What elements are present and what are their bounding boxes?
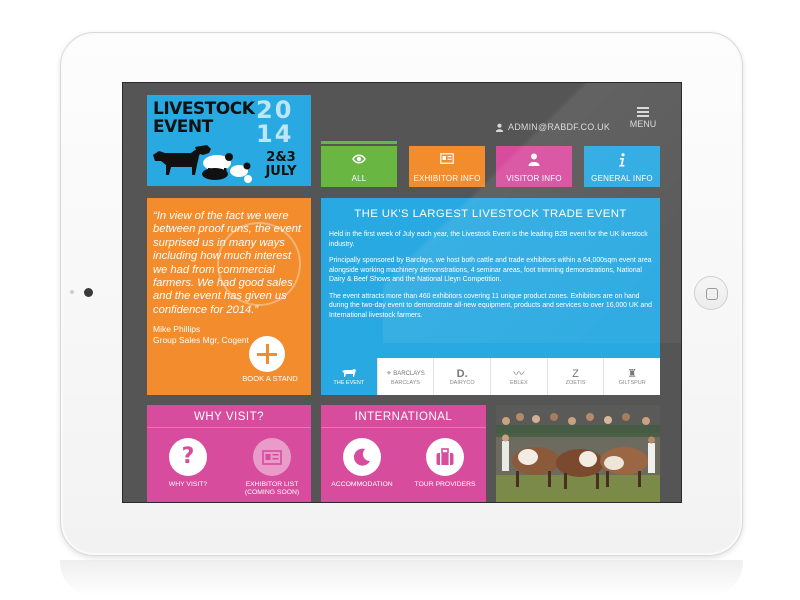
why-visit-link[interactable]: ? WHY VISIT?	[153, 438, 223, 489]
tab-general-info[interactable]: GENERAL INFO	[584, 146, 660, 187]
menu-button[interactable]: MENU	[629, 107, 657, 129]
user-icon	[528, 153, 540, 166]
giltspur-logo-icon: ♜	[627, 367, 638, 380]
tab-visitor-label: VISITOR INFO	[506, 174, 562, 183]
author-name: Mike Phillips	[153, 324, 201, 334]
logo-dates: 2&3 JULY	[265, 150, 297, 179]
sponsor-tab-eblex[interactable]: 〰 EBLEX	[491, 358, 548, 395]
logo-line1: LIVESTOCK	[153, 99, 255, 119]
accommodation-label: ACCOMMODATION	[331, 481, 393, 488]
user-email: ADMIN@RABDF.CO.UK	[508, 122, 611, 132]
hamburger-icon	[629, 107, 657, 117]
tab-exhibitor-info[interactable]: EXHIBITOR INFO	[409, 146, 485, 187]
testimonial-panel: “In view of the fact we were between pro…	[147, 198, 311, 395]
sponsor-label: EBLEX	[509, 380, 528, 386]
info-icon	[619, 153, 625, 167]
logo-year2: 14	[256, 120, 294, 148]
list-card-icon	[253, 438, 291, 476]
cow-icon	[341, 367, 356, 380]
international-title: INTERNATIONAL	[354, 411, 453, 423]
dairyco-logo-icon: D.	[456, 367, 468, 380]
tab-all-label: ALL	[351, 174, 367, 183]
author-title: Group Sales Mgr, Cogent	[153, 335, 249, 345]
main-paragraph: Held in the first week of July each year…	[329, 231, 648, 248]
tour-providers-label: TOUR PROVIDERS	[414, 481, 476, 488]
user-icon	[495, 123, 504, 132]
exhibitor-list-link[interactable]: EXHIBITOR LIST (COMING SOON)	[237, 438, 307, 497]
main-paragraph: The event attracts more than 460 exhibit…	[329, 292, 652, 319]
sponsor-label: ZOETIS	[565, 380, 586, 386]
tab-exhibitor-label: EXHIBITOR INFO	[413, 174, 481, 183]
tab-general-label: GENERAL INFO	[591, 174, 653, 183]
suitcase-icon	[426, 438, 464, 476]
app-screen: LIVESTOCK EVENT 20 14 2&3 JULY ADMIN@RAB…	[122, 82, 682, 503]
id-card-icon	[440, 153, 454, 164]
sponsor-tab-giltspur[interactable]: ♜ GILTSPUR	[604, 358, 660, 395]
sponsor-label: GILTSPUR	[618, 380, 646, 386]
main-title: THE UK'S LARGEST LIVESTOCK TRADE EVENT	[354, 208, 627, 220]
cattle-show-photo	[496, 405, 660, 502]
testimonial-quote: “In view of the fact we were between pro…	[153, 210, 302, 316]
book-a-stand-button[interactable]: BOOK A STAND	[237, 374, 303, 383]
menu-label: MENU	[629, 119, 657, 129]
eblex-logo-icon: 〰	[513, 367, 525, 380]
barclays-eagle-icon: ⚜ BARCLAYS	[386, 370, 425, 377]
logo-year1: 20	[256, 96, 294, 124]
sponsor-label: BARCLAYS	[391, 380, 420, 386]
livestock-silhouettes-icon	[153, 145, 252, 183]
main-paragraph: Principally sponsored by Barclays, we ho…	[329, 257, 652, 283]
why-visit-title: WHY VISIT?	[194, 411, 264, 423]
square-icon	[706, 288, 718, 300]
question-icon: ?	[169, 438, 207, 476]
moon-icon	[343, 438, 381, 476]
eye-icon	[352, 154, 366, 164]
divider	[147, 427, 311, 428]
camera-lens	[84, 288, 93, 297]
sponsor-tab-dairyco[interactable]: D. DAIRYCO	[434, 358, 492, 395]
sponsor-tab-the-event[interactable]: THE EVENT	[321, 358, 378, 395]
sponsor-label: THE EVENT	[333, 380, 365, 386]
tab-all[interactable]: ALL	[321, 141, 397, 187]
exhibitor-list-label: EXHIBITOR LIST (COMING SOON)	[244, 481, 300, 496]
microphone-dot	[70, 290, 74, 294]
sponsor-label: DAIRYCO	[449, 380, 475, 386]
accommodation-link[interactable]: ACCOMMODATION	[327, 438, 397, 489]
plus-icon[interactable]	[249, 336, 285, 372]
sponsor-tabs: THE EVENT ⚜ BARCLAYS BARCLAYS D. DAIRYCO…	[321, 358, 660, 395]
sponsor-tab-zoetis[interactable]: Z ZOETIS	[548, 358, 605, 395]
international-panel: INTERNATIONAL ACCOMMODATION TOUR PROVIDE…	[321, 405, 486, 502]
tablet-reflection	[60, 560, 743, 596]
why-visit-panel: WHY VISIT? ? WHY VISIT? EXHIBITOR LIST (…	[147, 405, 311, 502]
why-visit-link-label: WHY VISIT?	[168, 481, 208, 488]
home-button[interactable]	[694, 276, 728, 310]
zoetis-logo-icon: Z	[572, 367, 579, 380]
tour-providers-link[interactable]: TOUR PROVIDERS	[410, 438, 480, 489]
user-account[interactable]: ADMIN@RABDF.CO.UK	[495, 122, 610, 132]
cattle-photo-illustration	[496, 405, 660, 502]
livestock-event-logo[interactable]: LIVESTOCK EVENT 20 14 2&3 JULY	[147, 95, 311, 186]
main-body: Held in the first week of July each year…	[321, 230, 660, 320]
logo-line2: EVENT	[153, 117, 213, 137]
sponsor-tab-barclays[interactable]: ⚜ BARCLAYS BARCLAYS	[378, 358, 435, 395]
tab-visitor-info[interactable]: VISITOR INFO	[496, 146, 572, 187]
divider	[321, 427, 486, 428]
testimonial-author: Mike Phillips Group Sales Mgr, Cogent	[153, 324, 249, 346]
